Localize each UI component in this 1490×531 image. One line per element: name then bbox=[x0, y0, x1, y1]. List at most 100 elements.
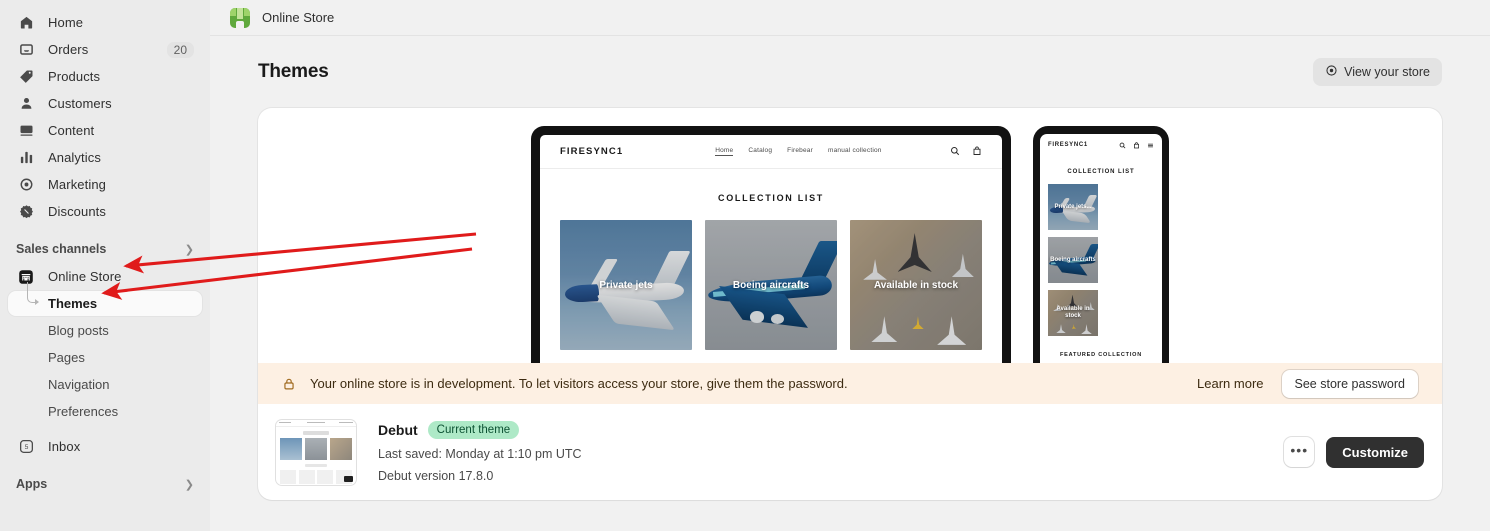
sidebar-subitem-label: Pages bbox=[48, 350, 85, 365]
learn-more-link[interactable]: Learn more bbox=[1197, 376, 1263, 391]
preview-collection-tile[interactable]: Private jets bbox=[560, 220, 692, 350]
marketing-target-icon bbox=[16, 175, 36, 195]
preview-brand-name: FIRESYNC1 bbox=[560, 146, 624, 157]
mobile-collection-caption: Boeing aircrafts bbox=[1050, 256, 1096, 263]
preview-collection-caption: Boeing aircrafts bbox=[732, 279, 810, 291]
preview-storefront-nav: FIRESYNC1 Home Catalog Firebear manual c… bbox=[540, 135, 1002, 169]
lock-icon bbox=[282, 377, 296, 391]
desktop-preview-screen: FIRESYNC1 Home Catalog Firebear manual c… bbox=[540, 135, 1002, 363]
theme-name: Debut bbox=[378, 422, 418, 438]
mobile-preview-nav-icons bbox=[1119, 136, 1154, 154]
sidebar-subitem-label: Themes bbox=[48, 296, 98, 311]
sidebar-item-marketing[interactable]: Marketing bbox=[8, 172, 202, 197]
mobile-collection-caption: Private jets... bbox=[1054, 203, 1092, 210]
theme-preview-thumbnail[interactable] bbox=[276, 419, 356, 485]
sidebar-subitem-label: Blog posts bbox=[48, 323, 109, 338]
sidebar-section-apps[interactable]: Apps ❯ bbox=[8, 473, 202, 495]
sidebar-item-label: Analytics bbox=[48, 150, 101, 165]
sidebar-item-customers[interactable]: Customers bbox=[8, 91, 202, 116]
see-store-password-button[interactable]: See store password bbox=[1281, 369, 1418, 398]
sidebar-section-sales-channels[interactable]: Sales channels ❯ bbox=[8, 238, 202, 260]
sidebar-item-navigation[interactable]: Navigation bbox=[8, 372, 202, 397]
theme-title-row: Debut Current theme bbox=[378, 421, 582, 439]
more-actions-button[interactable]: ••• bbox=[1284, 437, 1315, 467]
desktop-preview-frame[interactable]: FIRESYNC1 Home Catalog Firebear manual c… bbox=[531, 126, 1011, 363]
sidebar-item-label: Discounts bbox=[48, 204, 106, 219]
sidebar-item-orders[interactable]: Orders 20 bbox=[8, 37, 202, 62]
discounts-tag-icon bbox=[16, 202, 36, 222]
sidebar-item-discounts[interactable]: Discounts bbox=[8, 199, 202, 224]
preview-nav-link[interactable]: Catalog bbox=[748, 147, 772, 156]
sidebar-subitem-label: Preferences bbox=[48, 404, 119, 419]
sidebar-item-inbox[interactable]: 5 Inbox bbox=[8, 434, 202, 459]
mobile-preview-brand: FIRESYNC1 bbox=[1048, 142, 1088, 148]
store-previews: FIRESYNC1 Home Catalog Firebear manual c… bbox=[258, 108, 1442, 363]
development-store-banner: Your online store is in development. To … bbox=[258, 363, 1442, 404]
page-title: Themes bbox=[258, 61, 329, 82]
mobile-preview-section-heading: COLLECTION LIST bbox=[1067, 169, 1135, 175]
store-logo-icon bbox=[230, 7, 250, 28]
chevron-right-icon: ❯ bbox=[184, 243, 194, 256]
mobile-preview-nav: FIRESYNC1 bbox=[1040, 134, 1162, 156]
sidebar-item-home[interactable]: Home bbox=[8, 10, 202, 35]
analytics-bars-icon bbox=[16, 148, 36, 168]
sidebar-item-blog-posts[interactable]: Blog posts bbox=[8, 318, 202, 343]
search-icon[interactable] bbox=[1119, 136, 1126, 154]
search-icon[interactable] bbox=[950, 143, 960, 161]
preview-collection-tile[interactable]: Boeing aircrafts bbox=[705, 220, 837, 350]
preview-nav-links: Home Catalog Firebear manual collection bbox=[715, 147, 881, 156]
tree-elbow-icon bbox=[27, 282, 39, 305]
mobile-collection-caption: Available in stock bbox=[1056, 306, 1090, 319]
mobile-preview-frame[interactable]: FIRESYNC1 COLLECTION LIST Private jets..… bbox=[1033, 126, 1169, 363]
mobile-collection-tile[interactable]: Boeing aircrafts bbox=[1048, 237, 1098, 283]
view-your-store-label: View your store bbox=[1344, 65, 1430, 79]
sidebar-navigation: Home Orders 20 Products Customers Conten… bbox=[0, 0, 210, 531]
sidebar-item-products[interactable]: Products bbox=[8, 64, 202, 89]
preview-collection-grid: Private jets Boeing aircrafts Available … bbox=[540, 220, 1002, 350]
preview-section-heading: COLLECTION LIST bbox=[718, 193, 824, 203]
sidebar-item-label: Online Store bbox=[48, 269, 122, 284]
sidebar-item-label: Inbox bbox=[48, 439, 81, 454]
main-content-area: Online Store Themes View your store FIRE… bbox=[210, 0, 1490, 531]
mobile-preview-screen: FIRESYNC1 COLLECTION LIST Private jets..… bbox=[1040, 134, 1162, 363]
mobile-collection-tile[interactable]: Available in stock bbox=[1048, 290, 1098, 336]
eye-target-icon bbox=[1325, 64, 1338, 80]
sales-channels-label: Sales channels bbox=[16, 242, 107, 256]
sidebar-item-analytics[interactable]: Analytics bbox=[8, 145, 202, 170]
current-theme-badge: Current theme bbox=[427, 421, 520, 439]
products-tag-icon bbox=[16, 67, 36, 87]
sidebar-item-themes[interactable]: Themes bbox=[8, 282, 202, 316]
preview-collection-caption: Available in stock bbox=[873, 279, 959, 291]
sidebar-item-label: Products bbox=[48, 69, 101, 84]
content-image-icon bbox=[16, 121, 36, 141]
theme-version: Debut version 17.8.0 bbox=[378, 469, 494, 483]
preview-nav-link[interactable]: Home bbox=[715, 147, 734, 156]
sidebar-subitem-label: Navigation bbox=[48, 377, 110, 392]
page-header: Themes View your store bbox=[258, 58, 1442, 86]
svg-text:5: 5 bbox=[24, 444, 28, 451]
preview-nav-icons bbox=[950, 143, 982, 161]
shopify-admin-window: Home Orders 20 Products Customers Conten… bbox=[0, 0, 1490, 531]
sidebar-item-content[interactable]: Content bbox=[8, 118, 202, 143]
sidebar-item-label: Marketing bbox=[48, 177, 106, 192]
view-your-store-button[interactable]: View your store bbox=[1313, 58, 1442, 86]
mobile-collection-tile[interactable]: Private jets... bbox=[1048, 184, 1098, 230]
customize-button[interactable]: Customize bbox=[1326, 436, 1424, 468]
sidebar-item-label: Home bbox=[48, 15, 84, 30]
mobile-featured-heading: FEATURED COLLECTION bbox=[1059, 352, 1142, 358]
theme-card: FIRESYNC1 Home Catalog Firebear manual c… bbox=[258, 108, 1442, 500]
preview-nav-link[interactable]: manual collection bbox=[828, 147, 882, 156]
store-topbar: Online Store bbox=[210, 0, 1490, 36]
themes-page: Themes View your store FIRESYNC1 Home Ca… bbox=[210, 36, 1490, 500]
orders-icon bbox=[16, 40, 36, 60]
shopping-bag-icon[interactable] bbox=[1133, 136, 1140, 154]
sidebar-item-pages[interactable]: Pages bbox=[8, 345, 202, 370]
theme-last-saved: Last saved: Monday at 1:10 pm UTC bbox=[378, 447, 582, 461]
preview-collection-tile[interactable]: Available in stock bbox=[850, 220, 982, 350]
sidebar-item-preferences[interactable]: Preferences bbox=[8, 399, 202, 424]
shopping-bag-icon[interactable] bbox=[972, 143, 982, 161]
preview-nav-link[interactable]: Firebear bbox=[787, 147, 813, 156]
hamburger-menu-icon[interactable] bbox=[1147, 136, 1154, 154]
sidebar-item-label: Customers bbox=[48, 96, 112, 111]
development-banner-message: Your online store is in development. To … bbox=[310, 376, 848, 391]
